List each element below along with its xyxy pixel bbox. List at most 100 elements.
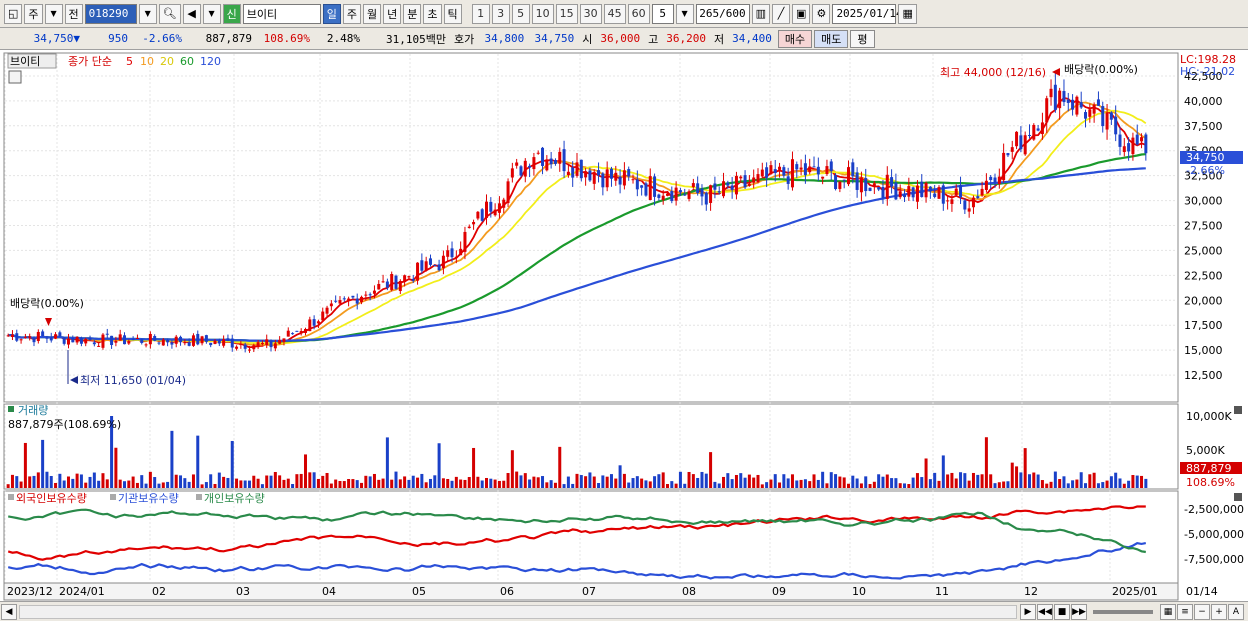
table-toggle-icon[interactable] bbox=[8, 70, 22, 84]
text-size-icon[interactable]: A bbox=[1228, 603, 1244, 620]
plus-icon[interactable]: + bbox=[1211, 603, 1227, 620]
candle-body bbox=[622, 170, 626, 186]
fast-forward-icon[interactable]: ▶▶ bbox=[1071, 603, 1087, 620]
gear-icon[interactable]: ⚙ bbox=[812, 3, 831, 24]
count-input[interactable]: 265/600 bbox=[695, 3, 750, 24]
sell-button[interactable]: 매도 bbox=[814, 29, 849, 48]
volume-bar bbox=[252, 475, 256, 488]
code-dropdown-icon[interactable]: ▼ bbox=[138, 3, 157, 24]
stock-code-input[interactable]: 018290 bbox=[84, 3, 137, 24]
chart-svg[interactable]: 12,500 15,000 17,500 20,000 22,500 25,000 27,5… bbox=[0, 50, 1248, 601]
candle-body bbox=[885, 174, 889, 199]
candle-body bbox=[1053, 84, 1057, 110]
tab-week[interactable]: 주 bbox=[342, 3, 361, 24]
stop-icon[interactable]: ■ bbox=[1054, 603, 1070, 620]
volume-bar bbox=[1023, 448, 1027, 488]
credit-badge: 신 bbox=[222, 3, 241, 24]
volume-close-icon[interactable] bbox=[1234, 406, 1242, 414]
candle-body bbox=[661, 195, 665, 200]
tab-minute[interactable]: 분 bbox=[403, 3, 422, 24]
volume-bar bbox=[118, 479, 122, 488]
window-menu-icon[interactable]: ◱ bbox=[4, 3, 23, 24]
interval-1[interactable]: 1 bbox=[471, 3, 490, 24]
volume-bar bbox=[256, 478, 260, 488]
volume-bar bbox=[200, 484, 204, 488]
candle-body bbox=[946, 200, 950, 202]
minus-icon[interactable]: − bbox=[1194, 603, 1210, 620]
volume-bar bbox=[743, 477, 747, 488]
scroll-track[interactable] bbox=[19, 604, 1017, 619]
tab-day[interactable]: 일 bbox=[322, 3, 341, 24]
save-icon[interactable]: ▣ bbox=[792, 3, 811, 24]
volume-bar bbox=[825, 483, 829, 488]
grid-toggle-icon[interactable]: ▦ bbox=[1160, 603, 1176, 620]
volume-bar bbox=[278, 475, 282, 488]
candle-body bbox=[605, 169, 609, 188]
x-tick-label: 2023/12 bbox=[7, 585, 53, 598]
draw-tool-icon[interactable]: ╱ bbox=[772, 3, 791, 24]
candle-body bbox=[959, 185, 963, 198]
scroll-left-icon[interactable]: ◀ bbox=[1, 603, 17, 620]
chart-area[interactable]: 12,500 15,000 17,500 20,000 22,500 25,000 27,5… bbox=[0, 50, 1248, 601]
eval-button[interactable]: 평 bbox=[850, 29, 875, 48]
volume-bar bbox=[545, 482, 549, 488]
candle-body bbox=[157, 342, 161, 344]
indicator-icon[interactable]: ▥ bbox=[751, 3, 771, 24]
interval-15[interactable]: 15 bbox=[555, 3, 578, 24]
search-icon[interactable]: 🔍︎ bbox=[158, 3, 181, 24]
rewind-icon[interactable]: ◀◀ bbox=[1037, 603, 1053, 620]
volume-bar bbox=[984, 437, 988, 488]
prev-button[interactable]: 전 bbox=[64, 3, 83, 24]
interval-30[interactable]: 30 bbox=[579, 3, 602, 24]
interval-custom-input[interactable]: 5 bbox=[651, 3, 674, 24]
candle-body bbox=[161, 339, 165, 346]
holdings-close-icon[interactable] bbox=[1234, 493, 1242, 501]
volume-bar bbox=[1058, 479, 1062, 488]
candle-body bbox=[730, 185, 734, 190]
interval-45[interactable]: 45 bbox=[603, 3, 626, 24]
tab-month[interactable]: 월 bbox=[363, 3, 382, 24]
volume-bar bbox=[390, 479, 394, 488]
interval-60[interactable]: 60 bbox=[627, 3, 650, 24]
interval-10[interactable]: 10 bbox=[531, 3, 554, 24]
speaker-dropdown-icon[interactable]: ▼ bbox=[202, 3, 221, 24]
interval-3[interactable]: 3 bbox=[491, 3, 510, 24]
candle-body bbox=[19, 339, 23, 341]
scroll-right-icon[interactable]: ▶ bbox=[1020, 603, 1036, 620]
date-input[interactable]: 2025/01/14 bbox=[832, 3, 903, 24]
candle-body bbox=[243, 344, 247, 349]
bottom-scrollbar[interactable]: ◀ ▶ ◀◀ ■ ▶▶ ▦ ≡ − + A bbox=[0, 601, 1248, 621]
volume-bar bbox=[989, 474, 993, 488]
holdings-legend-swatch-2 bbox=[110, 494, 116, 500]
volume-bar bbox=[532, 476, 536, 488]
count-total: /600 bbox=[719, 7, 746, 20]
candle-body bbox=[851, 162, 855, 177]
interval-dropdown-icon[interactable]: ▼ bbox=[675, 3, 694, 24]
candle-body bbox=[299, 331, 303, 333]
volume-bar bbox=[726, 473, 730, 488]
volume-bar bbox=[1135, 475, 1139, 488]
buy-button[interactable]: 매수 bbox=[777, 29, 813, 48]
tab-second[interactable]: 초 bbox=[423, 3, 442, 24]
volume-bar bbox=[235, 478, 239, 488]
period-type-select[interactable]: 주 bbox=[24, 3, 43, 24]
calendar-icon[interactable]: ▦ bbox=[898, 3, 917, 24]
volume-bar bbox=[622, 473, 626, 488]
candle-body bbox=[709, 185, 713, 203]
interval-5[interactable]: 5 bbox=[511, 3, 530, 24]
scale-toggle-icon[interactable]: ≡ bbox=[1177, 603, 1193, 620]
candle-body bbox=[829, 161, 833, 171]
chevron-down-icon[interactable]: ▼ bbox=[44, 3, 63, 24]
volume-bar bbox=[980, 474, 984, 488]
speaker-icon[interactable]: ◀ bbox=[182, 3, 201, 24]
tab-tick[interactable]: 틱 bbox=[443, 3, 462, 24]
candle-body bbox=[398, 280, 402, 291]
candle-body bbox=[614, 172, 618, 181]
candle-body bbox=[1135, 134, 1139, 145]
candle-body bbox=[1079, 102, 1083, 108]
volume-bar bbox=[911, 477, 915, 488]
tab-year[interactable]: 년 bbox=[383, 3, 402, 24]
x-tick-label: 11 bbox=[935, 585, 949, 598]
candle-body bbox=[360, 296, 364, 303]
zoom-slider[interactable] bbox=[1093, 609, 1153, 614]
